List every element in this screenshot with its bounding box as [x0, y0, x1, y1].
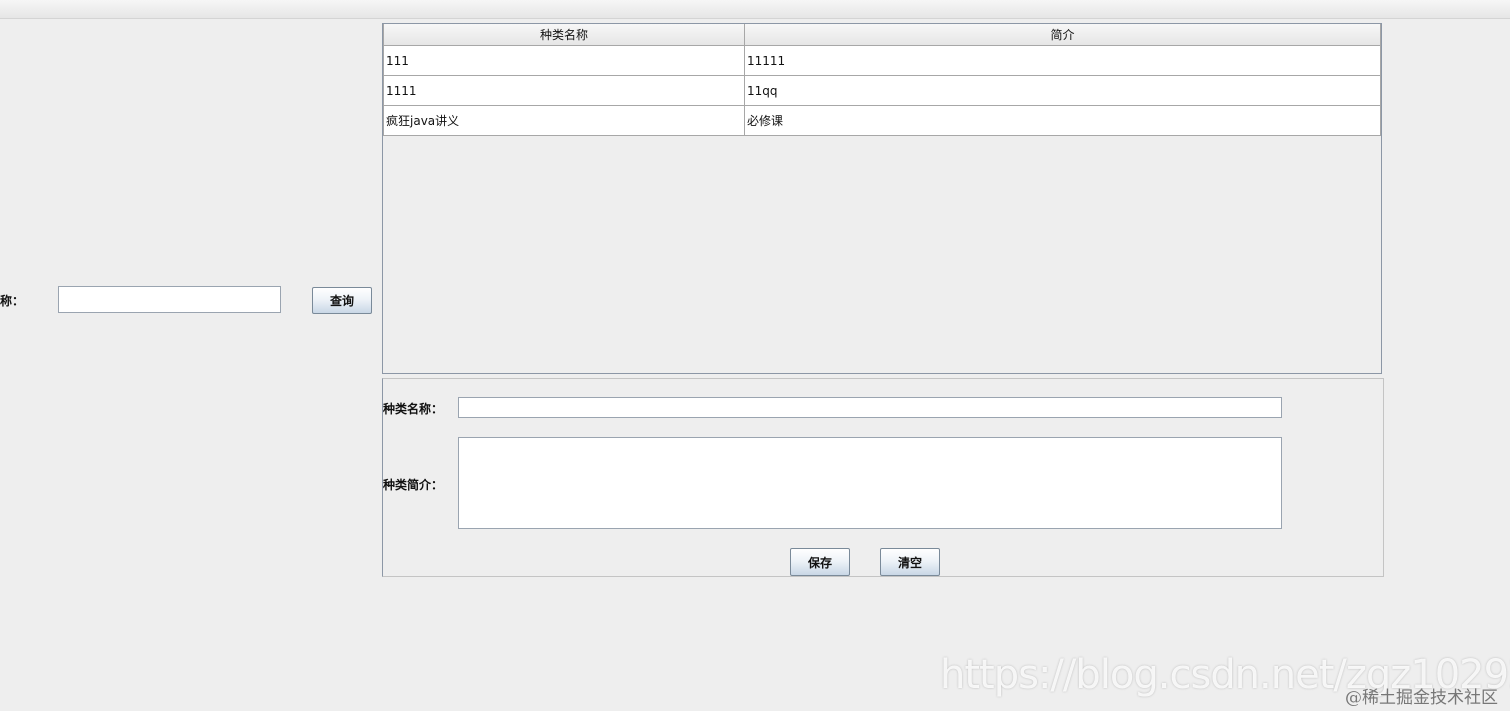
cell-description[interactable]: 11qq — [744, 75, 1381, 106]
clear-button[interactable]: 清空 — [880, 548, 940, 576]
category-table-panel: 种类名称 简介 111 11111 1111 11qq 疯狂java讲义 必修课 — [382, 23, 1382, 374]
table-header-row: 种类名称 简介 — [383, 24, 1381, 46]
column-header-description[interactable]: 简介 — [744, 24, 1381, 46]
category-name-input[interactable] — [458, 397, 1282, 418]
cell-category-name[interactable]: 1111 — [383, 75, 745, 106]
search-name-input[interactable] — [58, 286, 281, 313]
category-desc-label: 种类简介： — [383, 478, 444, 492]
table-row[interactable]: 1111 11qq — [383, 75, 1381, 106]
cell-description[interactable]: 必修课 — [744, 105, 1381, 136]
table-row[interactable]: 疯狂java讲义 必修课 — [383, 105, 1381, 136]
community-watermark: @稀土掘金技术社区 — [1345, 688, 1498, 708]
cell-description[interactable]: 11111 — [744, 45, 1381, 76]
category-table: 种类名称 简介 111 11111 1111 11qq 疯狂java讲义 必修课 — [383, 24, 1381, 136]
search-name-label: 称： — [0, 294, 25, 308]
table-row[interactable]: 111 11111 — [383, 45, 1381, 76]
window-top-bar — [0, 0, 1510, 19]
category-desc-textarea[interactable] — [458, 437, 1282, 529]
category-name-label: 种类名称： — [383, 402, 444, 416]
save-button[interactable]: 保存 — [790, 548, 850, 576]
query-button[interactable]: 查询 — [312, 287, 372, 314]
cell-category-name[interactable]: 疯狂java讲义 — [383, 105, 745, 136]
cell-category-name[interactable]: 111 — [383, 45, 745, 76]
column-header-category-name[interactable]: 种类名称 — [383, 24, 745, 46]
